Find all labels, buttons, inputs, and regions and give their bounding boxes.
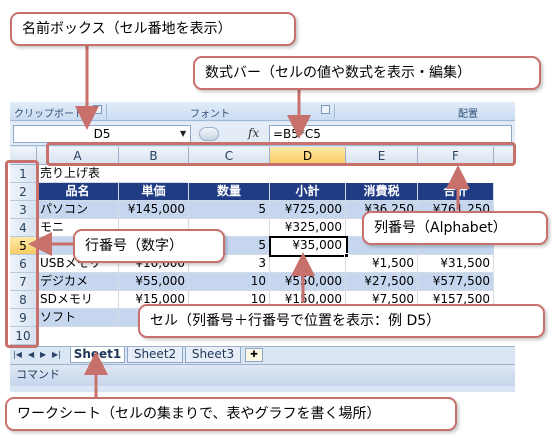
formula-controls: fx: [193, 125, 269, 143]
callout-column-number: 列番号（Alphabet）: [362, 211, 548, 245]
callout-worksheet: ワークシート（セルの集まりで、表やグラフを書く場所）: [5, 397, 457, 431]
chevron-down-icon[interactable]: ▼: [180, 125, 186, 143]
formula-input[interactable]: =B5*C5: [269, 125, 512, 143]
table-cell[interactable]: ソフト: [37, 309, 119, 327]
ribbon-group-labels: クリップボード フォント 配置: [10, 102, 515, 121]
callout-formulabar: 数式バー（セルの値や数式を表示・編集）: [193, 56, 541, 90]
cell-header[interactable]: 数量: [189, 183, 270, 201]
last-sheet-icon[interactable]: ▶|: [52, 350, 61, 359]
sheet-tab-2[interactable]: Sheet2: [127, 347, 183, 363]
ribbon-group-font[interactable]: フォント: [190, 105, 230, 120]
resize-handle-icon[interactable]: [199, 127, 219, 141]
table-cell[interactable]: 5: [189, 201, 270, 219]
prev-sheet-icon[interactable]: ◀: [28, 350, 34, 359]
table-cell[interactable]: ¥577,500: [418, 273, 494, 291]
table-cell[interactable]: ¥1,500: [346, 255, 418, 273]
table-cell[interactable]: SDメモリ: [37, 291, 119, 309]
cell-header[interactable]: 小計: [270, 183, 346, 201]
cell-header[interactable]: 品名: [37, 183, 119, 201]
table-cell[interactable]: 10: [189, 273, 270, 291]
insert-function-icon[interactable]: fx: [248, 126, 259, 140]
fill-handle[interactable]: [344, 253, 349, 258]
column-number-highlight: [46, 142, 516, 166]
next-sheet-icon[interactable]: ▶: [40, 350, 46, 359]
table-cell[interactable]: ¥550,000: [270, 273, 346, 291]
table-cell[interactable]: ¥27,500: [346, 273, 418, 291]
callout-namebox: 名前ボックス（セル番地を表示）: [10, 12, 296, 46]
name-box[interactable]: D5: [13, 125, 191, 143]
sheet-tabs-bar: |◀ ◀ ▶ ▶| Sheet1 Sheet2 Sheet3 ✚: [10, 346, 515, 364]
table-cell[interactable]: ¥145,000: [119, 201, 189, 219]
cell-header[interactable]: 合計: [418, 183, 494, 201]
cell-a1-title[interactable]: 売り上げ表: [37, 165, 187, 183]
callout-row-number: 行番号（数字）: [73, 229, 225, 263]
row-number-highlight: [5, 160, 39, 348]
status-bar: コマンド: [10, 364, 515, 386]
table-cell[interactable]: ¥325,000: [270, 219, 346, 237]
active-cell-d5[interactable]: ¥35,000: [269, 236, 348, 257]
insert-sheet-icon[interactable]: ✚: [245, 348, 263, 362]
callout-cell: セル（列番号＋行番号で位置を表示：例 D5）: [138, 304, 545, 338]
sheet-tab-1[interactable]: Sheet1: [70, 347, 125, 363]
table-cell[interactable]: ¥31,500: [418, 255, 494, 273]
sheet-tab-3[interactable]: Sheet3: [185, 347, 241, 363]
table-cell[interactable]: ¥55,000: [119, 273, 189, 291]
font-launcher-icon[interactable]: [321, 105, 330, 114]
first-sheet-icon[interactable]: |◀: [13, 350, 22, 359]
ribbon-separator: [334, 104, 335, 119]
ribbon-separator: [106, 104, 107, 119]
table-cell[interactable]: [270, 255, 346, 273]
table-cell[interactable]: デジカメ: [37, 273, 119, 291]
cell-header[interactable]: 消費税: [346, 183, 418, 201]
ribbon-group-alignment[interactable]: 配置: [458, 105, 478, 120]
ribbon-group-clipboard[interactable]: クリップボード: [14, 105, 84, 120]
cell-header[interactable]: 単価: [119, 183, 189, 201]
clipboard-launcher-icon[interactable]: [93, 105, 102, 114]
table-cell[interactable]: パソコン: [37, 201, 119, 219]
table-cell[interactable]: ¥725,000: [270, 201, 346, 219]
